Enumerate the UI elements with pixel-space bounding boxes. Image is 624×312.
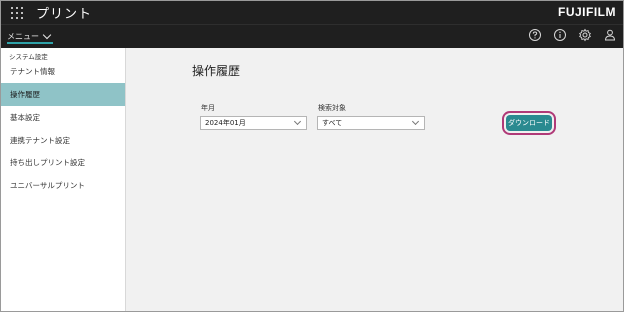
sidebar-item-universal-print[interactable]: ユニバーサルプリント (1, 174, 125, 197)
chevron-down-icon (411, 117, 420, 126)
app-launcher-icon[interactable] (11, 7, 23, 19)
download-button[interactable]: ダウンロード (506, 115, 552, 131)
app-window: プリント FUJIFILM メニュー システム設定 テナント情報 操作履歴 基本… (0, 0, 624, 312)
year-month-select[interactable]: 2024年01月 (200, 116, 307, 130)
main-content: 操作履歴 年月 2024年01月 検索対象 すべて ダウンロード (126, 48, 623, 311)
sidebar-item-tenant-info[interactable]: テナント情報 (1, 60, 125, 83)
brand-logo: FUJIFILM (558, 5, 616, 19)
year-month-label: 年月 (201, 104, 215, 112)
menu-underline (7, 42, 53, 44)
help-icon[interactable] (528, 28, 542, 42)
user-icon[interactable] (603, 28, 617, 42)
sidebar-item-takeout-print-settings[interactable]: 持ち出しプリント設定 (1, 151, 125, 174)
page-title: 操作履歴 (192, 64, 241, 78)
year-month-value: 2024年01月 (205, 119, 246, 127)
sidebar-item-operation-history[interactable]: 操作履歴 (1, 83, 125, 106)
chevron-down-icon (42, 30, 52, 39)
download-highlight: ダウンロード (502, 111, 556, 135)
sidebar: システム設定 テナント情報 操作履歴 基本設定 連携テナント設定 持ち出しプリン… (1, 48, 126, 311)
info-icon[interactable] (553, 28, 567, 42)
menu-button[interactable]: メニュー (7, 29, 52, 43)
top-icons (528, 28, 617, 42)
chevron-down-icon (293, 117, 302, 126)
app-title: プリント (36, 7, 93, 22)
search-target-select[interactable]: すべて (317, 116, 425, 130)
search-target-label: 検索対象 (318, 104, 346, 112)
search-target-value: すべて (322, 119, 343, 127)
top-bar: プリント FUJIFILM (1, 1, 623, 24)
sidebar-item-basic-settings[interactable]: 基本設定 (1, 106, 125, 129)
menu-label: メニュー (7, 31, 39, 41)
settings-icon[interactable] (578, 28, 592, 42)
sidebar-item-linked-tenant-settings[interactable]: 連携テナント設定 (1, 129, 125, 152)
